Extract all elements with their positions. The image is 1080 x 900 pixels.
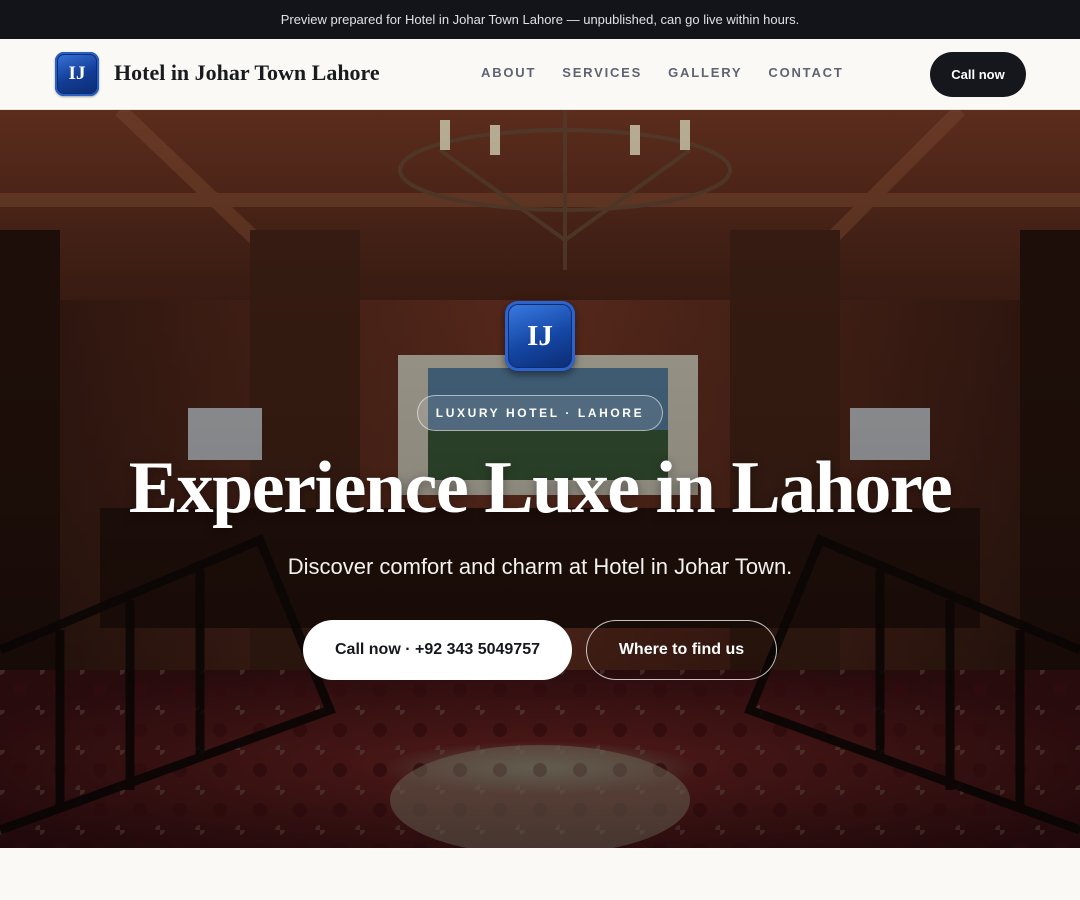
- nav-item-gallery[interactable]: GALLERY: [668, 65, 742, 80]
- hero-title: Experience Luxe in Lahore: [128, 447, 953, 529]
- hero-badge: LUXURY HOTEL · LAHORE: [417, 395, 663, 431]
- preview-banner: Preview prepared for Hotel in Johar Town…: [0, 0, 1080, 39]
- preview-banner-text: Preview prepared for Hotel in Johar Town…: [280, 12, 800, 27]
- brand-name[interactable]: Hotel in Johar Town Lahore: [114, 60, 380, 86]
- nav-item-contact[interactable]: CONTACT: [768, 65, 843, 80]
- hero-content: IJ LUXURY HOTEL · LAHORE Experience Luxe…: [0, 110, 1080, 848]
- where-to-find-us-button[interactable]: Where to find us: [586, 620, 777, 680]
- brand-logo[interactable]: IJ: [55, 52, 99, 96]
- hero-subtitle: Discover comfort and charm at Hotel in J…: [287, 554, 793, 579]
- site-header: IJ Hotel in Johar Town Lahore ABOUT SERV…: [0, 39, 1080, 110]
- hero-logo: IJ: [505, 301, 575, 371]
- call-now-phone-button[interactable]: Call now · +92 343 5049757: [303, 620, 572, 680]
- main-nav: ABOUT SERVICES GALLERY CONTACT: [481, 65, 844, 80]
- hero-section: IJ LUXURY HOTEL · LAHORE Experience Luxe…: [0, 110, 1080, 848]
- header-call-button[interactable]: Call now: [930, 52, 1026, 97]
- nav-item-services[interactable]: SERVICES: [562, 65, 642, 80]
- next-section: [0, 848, 1080, 900]
- nav-item-about[interactable]: ABOUT: [481, 65, 536, 80]
